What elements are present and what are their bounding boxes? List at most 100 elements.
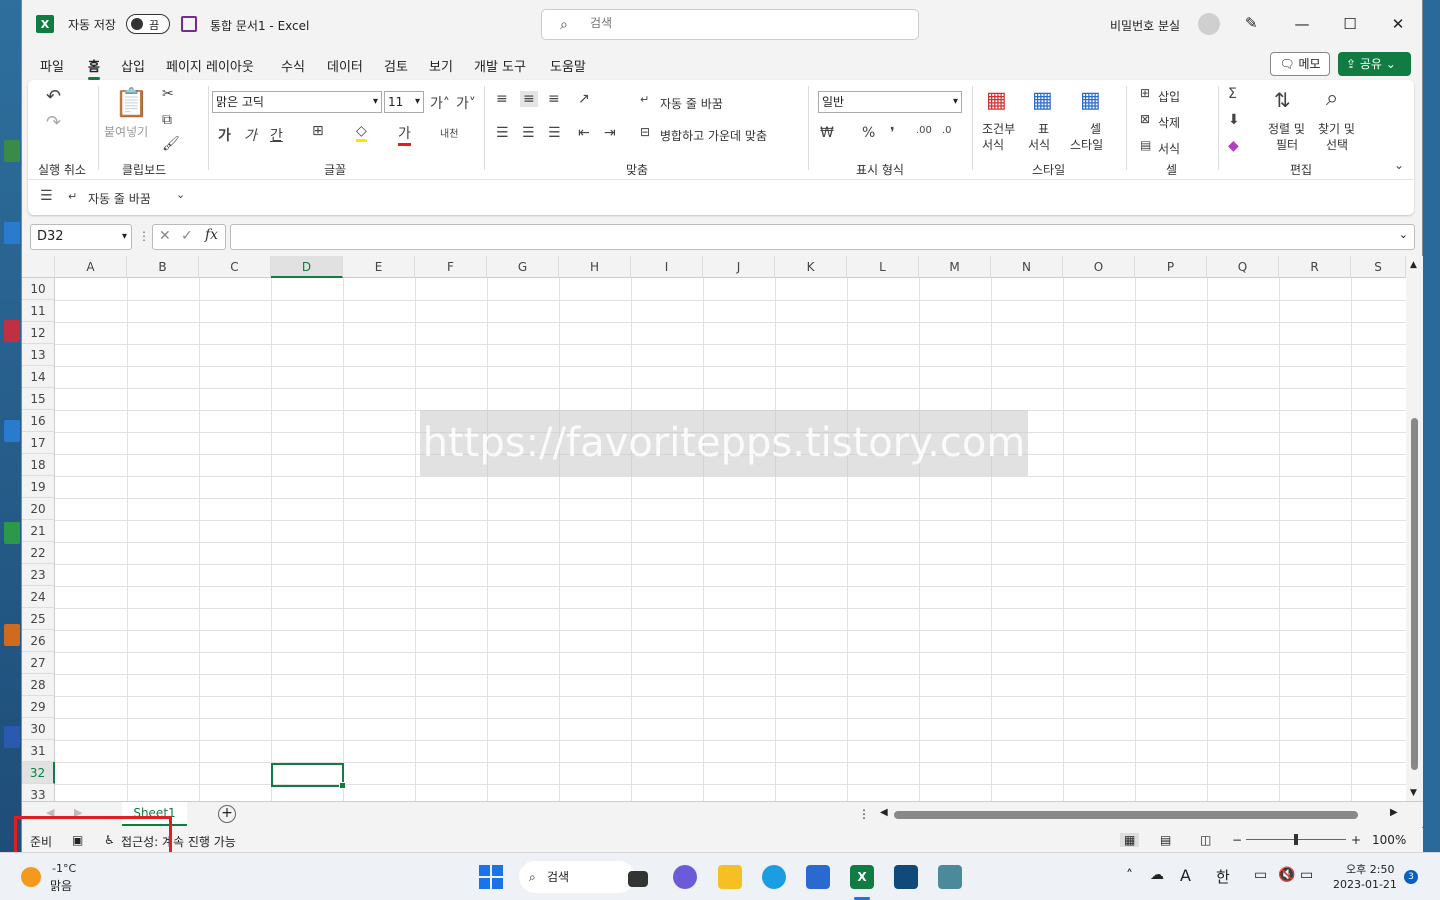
excel-taskbar-icon[interactable]: X <box>850 865 874 889</box>
column-header[interactable]: J <box>703 256 775 278</box>
desktop-icon[interactable] <box>4 222 20 244</box>
autosum-icon[interactable]: Σ <box>1228 86 1237 102</box>
spreadsheet-grid[interactable]: A B C D E F G H I J K L M N O P Q R S 10… <box>22 256 1406 801</box>
insert-cells-icon[interactable]: ⊞ <box>1140 86 1150 100</box>
conditional-format-label-2[interactable]: 서식 <box>982 136 1004 153</box>
row-header[interactable]: 16 <box>22 410 55 432</box>
phonetic-icon[interactable]: 내천 <box>440 125 458 140</box>
align-bottom-icon[interactable]: ≡ <box>548 91 560 107</box>
decrease-indent-icon[interactable]: ⇤ <box>578 125 590 141</box>
find-select-icon[interactable]: ⌕ <box>1326 86 1338 111</box>
format-cells-button[interactable]: 서식 <box>1158 140 1180 157</box>
close-button[interactable]: ✕ <box>1386 12 1410 36</box>
font-grow-icon[interactable]: 가˄ <box>430 93 450 113</box>
align-left-icon[interactable]: ☰ <box>496 125 509 141</box>
clock-time[interactable]: 오후 2:50 <box>1346 861 1394 877</box>
zoom-in-icon[interactable]: + <box>1351 833 1361 847</box>
comma-icon[interactable]: ❜ <box>890 125 895 141</box>
font-size-select[interactable]: 11 ▾ <box>384 91 424 113</box>
desktop-icon[interactable] <box>4 624 20 646</box>
tab-developer[interactable]: 개발 도구 <box>474 56 526 75</box>
row-header[interactable]: 10 <box>22 278 55 300</box>
notification-badge[interactable]: 3 <box>1404 870 1418 884</box>
task-view-icon[interactable] <box>628 871 648 887</box>
weather-status[interactable]: 맑음 <box>50 877 72 894</box>
fill-color-icon[interactable]: ◇ <box>356 123 367 142</box>
row-header[interactable]: 30 <box>22 718 55 740</box>
menu-icon[interactable]: ☰ <box>40 188 53 204</box>
maximize-button[interactable]: ☐ <box>1338 12 1362 36</box>
wrap-text-icon[interactable]: ↵ <box>640 93 649 106</box>
select-all-corner[interactable] <box>22 256 55 278</box>
column-header[interactable]: B <box>127 256 199 278</box>
selected-cell[interactable] <box>271 763 346 789</box>
column-header[interactable]: C <box>199 256 271 278</box>
scroll-down-icon[interactable]: ▼ <box>1410 788 1417 798</box>
align-middle-icon[interactable]: ≡ <box>520 91 538 107</box>
format-as-table-icon[interactable]: ▦ <box>1032 88 1053 113</box>
scroll-up-icon[interactable]: ▲ <box>1410 260 1417 270</box>
column-header[interactable]: F <box>415 256 487 278</box>
qat-wrap-text-button[interactable]: 자동 줄 바꿈 <box>88 190 151 207</box>
tab-view[interactable]: 보기 <box>429 56 453 75</box>
app-icon[interactable] <box>938 865 962 889</box>
tab-file[interactable]: 파일 <box>40 56 64 75</box>
sort-filter-label-2[interactable]: 필터 <box>1276 136 1298 153</box>
taskbar-search[interactable]: ⌕ 검색 <box>519 861 635 893</box>
app-icon[interactable] <box>894 865 918 889</box>
scroll-right-icon[interactable]: ▶ <box>1390 807 1398 818</box>
merge-center-button[interactable]: 병합하고 가운데 맞춤 <box>660 127 767 144</box>
weather-icon[interactable] <box>21 867 41 887</box>
cell-style-label-1[interactable]: 셀 <box>1090 120 1101 137</box>
merge-icon[interactable]: ⊟ <box>640 125 650 139</box>
minimize-button[interactable]: — <box>1290 12 1314 36</box>
vertical-scrollbar[interactable]: ▲ ▼ <box>1406 256 1423 801</box>
row-header[interactable]: 11 <box>22 300 55 322</box>
clock-date[interactable]: 2023-01-21 <box>1333 878 1397 891</box>
row-header[interactable]: 13 <box>22 344 55 366</box>
format-painter-icon[interactable]: 🖌 <box>162 136 180 152</box>
tab-split-handle[interactable]: ⋮ <box>858 807 870 821</box>
autosave-toggle[interactable]: 끔 <box>126 14 170 34</box>
row-header[interactable]: 19 <box>22 476 55 498</box>
column-header[interactable]: G <box>487 256 559 278</box>
row-header[interactable]: 28 <box>22 674 55 696</box>
tab-review[interactable]: 검토 <box>384 56 408 75</box>
delete-cells-button[interactable]: 삭제 <box>1158 114 1180 131</box>
battery-icon[interactable]: ▭ <box>1300 867 1313 883</box>
row-header[interactable]: 33 <box>22 784 55 801</box>
horizontal-scrollbar-thumb[interactable] <box>894 811 1358 819</box>
format-cells-icon[interactable]: ▤ <box>1140 138 1151 152</box>
insert-cells-button[interactable]: 삽입 <box>1158 88 1180 105</box>
table-format-label-1[interactable]: 표 <box>1038 120 1049 137</box>
volume-icon[interactable]: 🔇 <box>1278 867 1295 883</box>
underline-icon[interactable]: 간 <box>270 125 283 145</box>
row-header[interactable]: 27 <box>22 652 55 674</box>
sort-filter-label-1[interactable]: 정렬 및 <box>1268 120 1305 137</box>
scrollbar-thumb[interactable] <box>1411 418 1418 770</box>
row-header[interactable]: 23 <box>22 564 55 586</box>
font-color-icon[interactable]: 가 <box>398 123 411 146</box>
increase-decimal-icon[interactable]: .00 <box>916 125 932 136</box>
conditional-format-label-1[interactable]: 조건부 <box>982 120 1015 137</box>
formula-input[interactable]: ⌄ <box>230 224 1415 250</box>
column-header[interactable]: Q <box>1207 256 1279 278</box>
confirm-icon[interactable]: ✓ <box>181 228 193 244</box>
column-header[interactable]: M <box>919 256 991 278</box>
increase-indent-icon[interactable]: ⇥ <box>604 125 616 141</box>
column-header[interactable]: L <box>847 256 919 278</box>
undo-icon[interactable]: ↶ <box>46 86 61 107</box>
find-select-label-2[interactable]: 선택 <box>1326 136 1348 153</box>
find-select-label-1[interactable]: 찾기 및 <box>1318 120 1355 137</box>
row-header[interactable]: 31 <box>22 740 55 762</box>
input-mode[interactable]: A <box>1180 866 1191 885</box>
cancel-icon[interactable]: ✕ <box>159 228 171 244</box>
row-header-selected[interactable]: 32 <box>22 762 55 784</box>
chat-icon[interactable] <box>673 865 697 889</box>
column-header[interactable]: P <box>1135 256 1207 278</box>
zoom-level[interactable]: 100% <box>1372 833 1406 847</box>
align-right-icon[interactable]: ☰ <box>548 125 561 141</box>
search-box[interactable]: ⌕ <box>541 9 919 40</box>
border-icon[interactable]: ⊞ <box>312 123 324 139</box>
italic-icon[interactable]: 가 <box>244 125 257 145</box>
